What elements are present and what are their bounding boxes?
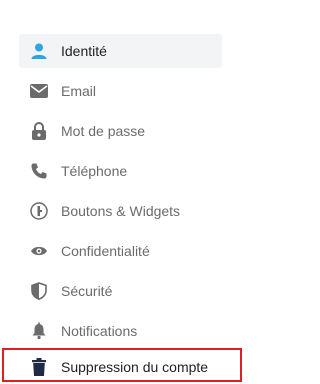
- menu-item-boutons-widgets[interactable]: Boutons & Widgets: [19, 194, 222, 228]
- menu-item-label: Sécurité: [61, 283, 113, 299]
- menu-item-label: Notifications: [61, 323, 138, 339]
- lock-icon: [29, 121, 49, 141]
- menu-item-email[interactable]: Email: [19, 74, 222, 108]
- bell-icon: [29, 321, 49, 341]
- menu-item-notifications[interactable]: Notifications: [19, 314, 222, 348]
- menu-item-label: Mot de passe: [61, 123, 146, 139]
- shield-icon: [29, 281, 49, 301]
- envelope-icon: [29, 81, 49, 101]
- user-icon: [29, 41, 49, 61]
- eye-icon: [29, 241, 49, 261]
- trash-icon: [29, 357, 49, 377]
- menu-item-label: Confidentialité: [61, 243, 150, 259]
- menu-item-mot-de-passe[interactable]: Mot de passe: [19, 114, 222, 148]
- menu-item-securite[interactable]: Sécurité: [19, 274, 222, 308]
- menu-item-label: Identité: [61, 43, 107, 59]
- menu-item-label: Téléphone: [61, 163, 128, 179]
- menu-item-label: Boutons & Widgets: [61, 203, 181, 219]
- menu-item-label: Email: [61, 83, 97, 99]
- menu-item-suppression-compte[interactable]: Suppression du compte: [19, 350, 222, 384]
- menu-item-label: Suppression du compte: [61, 359, 209, 375]
- menu-item-identite[interactable]: Identité: [19, 34, 222, 68]
- phone-icon: [29, 161, 49, 181]
- widgets-icon: [29, 201, 49, 221]
- menu-item-confidentialite[interactable]: Confidentialité: [19, 234, 222, 268]
- menu-item-telephone[interactable]: Téléphone: [19, 154, 222, 188]
